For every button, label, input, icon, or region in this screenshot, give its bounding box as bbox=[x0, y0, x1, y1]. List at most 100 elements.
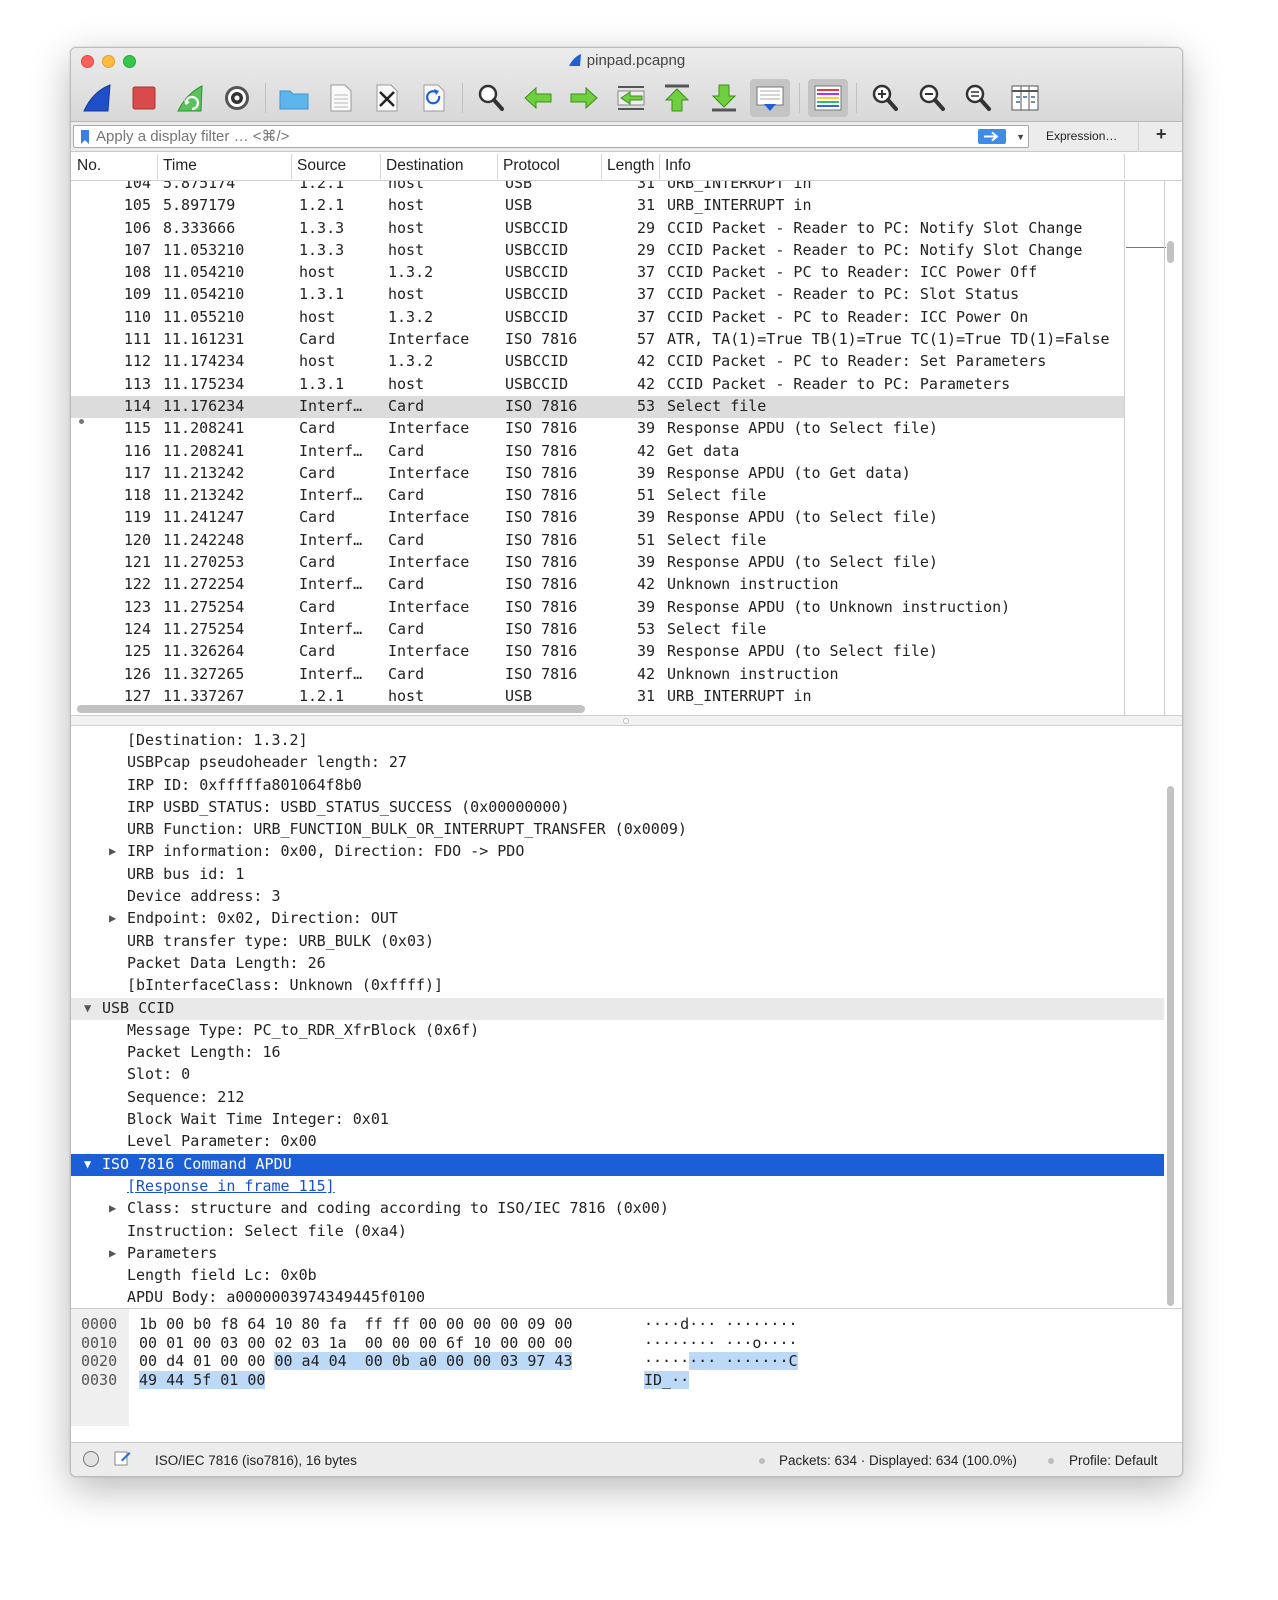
detail-tree-item[interactable]: Sequence: 212 bbox=[71, 1087, 1164, 1109]
packet-row[interactable]: 125 11.326264 Card Interface ISO 7816 39 Respo… bbox=[71, 641, 1124, 663]
expand-triangle-icon[interactable]: ▶ bbox=[109, 911, 116, 925]
start-capture-button[interactable] bbox=[77, 79, 117, 117]
colorize-button[interactable] bbox=[807, 79, 848, 117]
find-packet-button[interactable] bbox=[471, 79, 511, 117]
open-file-button[interactable] bbox=[274, 79, 314, 117]
detail-tree-item[interactable]: URB bus id: 1 bbox=[71, 864, 1164, 886]
resize-columns-button[interactable] bbox=[1005, 79, 1045, 117]
packet-row[interactable]: 117 11.213242 Card Interface ISO 7816 39 Respo… bbox=[71, 463, 1124, 485]
stop-capture-button[interactable] bbox=[124, 79, 164, 117]
column-no[interactable]: No. bbox=[77, 157, 101, 175]
bytes-hex[interactable]: 00 d4 01 00 00 00 a4 04 00 0b a0 00 00 0… bbox=[139, 1352, 573, 1371]
detail-tree-item[interactable]: [Response in frame 115] bbox=[71, 1176, 1164, 1198]
detail-tree-item[interactable]: Instruction: Select file (0xa4) bbox=[71, 1221, 1164, 1243]
bytes-ascii[interactable]: ····d··· ········ bbox=[644, 1315, 798, 1333]
packet-row[interactable]: 121 11.270253 Card Interface ISO 7816 39 Respo… bbox=[71, 552, 1124, 574]
bytes-ascii[interactable]: ········ ·······C bbox=[644, 1352, 798, 1371]
detail-tree-item[interactable]: Packet Data Length: 26 bbox=[71, 953, 1164, 975]
expand-triangle-icon[interactable]: ▶ bbox=[109, 1201, 116, 1215]
expert-info-icon[interactable] bbox=[83, 1451, 99, 1467]
detail-tree-item[interactable]: Device address: 3 bbox=[71, 886, 1164, 908]
packet-row[interactable]: 120 11.242248 Interf… Card ISO 7816 51 Select … bbox=[71, 530, 1124, 552]
capture-options-button[interactable] bbox=[217, 79, 257, 117]
go-to-packet-button[interactable] bbox=[611, 79, 651, 117]
column-separator[interactable] bbox=[380, 154, 381, 179]
detail-tree-item[interactable]: Level Parameter: 0x00 bbox=[71, 1131, 1164, 1153]
packet-row[interactable]: 122 11.272254 Interf… Card ISO 7816 42 Unknown… bbox=[71, 574, 1124, 596]
column-info[interactable]: Info bbox=[665, 157, 691, 175]
restart-capture-button[interactable] bbox=[170, 79, 210, 117]
detail-tree-item[interactable]: Slot: 0 bbox=[71, 1064, 1164, 1086]
packet-list-vertical-scrollbar[interactable] bbox=[1167, 241, 1174, 263]
packet-row[interactable]: 116 11.208241 Interf… Card ISO 7816 42 Get dat… bbox=[71, 441, 1124, 463]
column-separator[interactable] bbox=[601, 154, 602, 179]
go-forward-button[interactable] bbox=[564, 79, 604, 117]
detail-tree-item[interactable]: Message Type: PC_to_RDR_XfrBlock (0x6f) bbox=[71, 1020, 1164, 1042]
filter-bookmark-icon[interactable] bbox=[79, 129, 91, 145]
detail-tree-item[interactable]: Packet Length: 16 bbox=[71, 1042, 1164, 1064]
expression-button[interactable]: Expression… bbox=[1046, 129, 1117, 143]
bytes-ascii[interactable]: ID_·· bbox=[644, 1371, 690, 1390]
pane-splitter[interactable] bbox=[71, 716, 1182, 726]
column-source[interactable]: Source bbox=[297, 157, 346, 175]
go-last-button[interactable] bbox=[704, 79, 744, 117]
column-separator[interactable] bbox=[659, 154, 660, 179]
expand-triangle-icon[interactable]: ▶ bbox=[109, 844, 116, 858]
column-destination[interactable]: Destination bbox=[386, 157, 464, 175]
expand-triangle-icon[interactable]: ▶ bbox=[109, 1246, 116, 1260]
save-file-button[interactable] bbox=[321, 79, 361, 117]
packet-row[interactable]: 119 11.241247 Card Interface ISO 7816 39 Respo… bbox=[71, 507, 1124, 529]
packet-row[interactable]: 126 11.327265 Interf… Card ISO 7816 42 Unknown… bbox=[71, 664, 1124, 686]
bytes-hex[interactable]: 49 44 5f 01 00 bbox=[139, 1371, 266, 1390]
detail-tree-item[interactable]: ▶ Class: structure and coding according t… bbox=[71, 1198, 1164, 1220]
packet-row[interactable]: 110 11.055210 host 1.3.2 USBCCID 37 CCID Packe… bbox=[71, 307, 1124, 329]
packet-row[interactable]: 118 11.213242 Interf… Card ISO 7816 51 Select … bbox=[71, 485, 1124, 507]
packet-row[interactable]: 104 5.875174 1.2.1 host USB 31 URB_INTERRUPT i… bbox=[71, 181, 1124, 195]
details-vertical-scrollbar[interactable] bbox=[1167, 786, 1174, 1306]
packet-row[interactable]: 111 11.161231 Card Interface ISO 7816 57 ATR, … bbox=[71, 329, 1124, 351]
packet-row[interactable]: 123 11.275254 Card Interface ISO 7816 39 Respo… bbox=[71, 597, 1124, 619]
collapse-triangle-icon[interactable]: ▼ bbox=[84, 1001, 91, 1015]
add-filter-button[interactable]: + bbox=[1156, 124, 1167, 145]
bytes-hex[interactable]: 00 01 00 03 00 02 03 1a 00 00 00 6f 10 0… bbox=[139, 1334, 572, 1352]
column-separator[interactable] bbox=[157, 154, 158, 179]
status-profile[interactable]: Profile: Default bbox=[1069, 1453, 1158, 1468]
detail-tree-item[interactable]: ▶ Parameters bbox=[71, 1243, 1164, 1265]
column-separator[interactable] bbox=[497, 154, 498, 179]
packet-row[interactable]: 112 11.174234 host 1.3.2 USBCCID 42 CCID Packe… bbox=[71, 351, 1124, 373]
packet-row[interactable]: 114 11.176234 Interf… Card ISO 7816 53 Select … bbox=[71, 395, 1124, 419]
zoom-in-button[interactable] bbox=[865, 79, 905, 117]
detail-tree-item[interactable]: Length field Lc: 0x0b bbox=[71, 1265, 1164, 1287]
zoom-out-button[interactable] bbox=[912, 79, 952, 117]
packet-row[interactable]: 105 5.897179 1.2.1 host USB 31 URB_INTERRUPT i… bbox=[71, 195, 1124, 217]
response-frame-link[interactable]: [Response in frame 115] bbox=[127, 1177, 335, 1195]
detail-tree-item[interactable]: ▶ IRP information: 0x00, Direction: FDO -… bbox=[71, 841, 1164, 863]
go-first-button[interactable] bbox=[657, 79, 697, 117]
detail-tree-item[interactable]: IRP ID: 0xfffffa801064f8b0 bbox=[71, 775, 1164, 797]
close-file-button[interactable] bbox=[367, 79, 407, 117]
detail-tree-item[interactable]: Block Wait Time Integer: 0x01 bbox=[71, 1109, 1164, 1131]
detail-tree-item[interactable]: ▶ Endpoint: 0x02, Direction: OUT bbox=[71, 908, 1164, 930]
packet-row[interactable]: 107 11.053210 1.3.3 host USBCCID 29 CCID Packe… bbox=[71, 240, 1124, 262]
filter-history-dropdown[interactable]: ▼ bbox=[1016, 132, 1025, 142]
capture-comment-icon[interactable] bbox=[113, 1449, 131, 1467]
column-length[interactable]: Length bbox=[607, 157, 658, 175]
detail-tree-item[interactable]: [Destination: 1.3.2] bbox=[71, 730, 1164, 752]
detail-tree-item[interactable]: [bInterfaceClass: Unknown (0xffff)] bbox=[71, 975, 1164, 997]
packet-list-horizontal-scrollbar[interactable] bbox=[77, 705, 585, 713]
column-time[interactable]: Time bbox=[163, 157, 197, 175]
collapse-triangle-icon[interactable]: ▼ bbox=[84, 1157, 91, 1171]
reload-file-button[interactable] bbox=[414, 79, 454, 117]
packet-row[interactable]: 106 8.333666 1.3.3 host USBCCID 29 CCID Packet… bbox=[71, 218, 1124, 240]
column-separator[interactable] bbox=[291, 154, 292, 179]
display-filter-input[interactable] bbox=[96, 128, 966, 145]
detail-tree-item[interactable]: ▼ ISO 7816 Command APDU bbox=[71, 1153, 1164, 1176]
detail-tree-item[interactable]: URB Function: URB_FUNCTION_BULK_OR_INTER… bbox=[71, 819, 1164, 841]
splitter-handle[interactable] bbox=[623, 718, 629, 724]
detail-tree-item[interactable]: USBPcap pseudoheader length: 27 bbox=[71, 752, 1164, 774]
packet-row[interactable]: 115 11.208241 Card Interface ISO 7816 39 Respo… bbox=[71, 418, 1124, 440]
bytes-ascii[interactable]: ········ ···o···· bbox=[644, 1334, 798, 1352]
detail-tree-item[interactable]: ▼ USB CCID bbox=[71, 997, 1164, 1020]
detail-tree-item[interactable]: APDU Body: a0000003974349445f0100 bbox=[71, 1287, 1164, 1308]
packet-row[interactable]: 124 11.275254 Interf… Card ISO 7816 53 Select … bbox=[71, 619, 1124, 641]
